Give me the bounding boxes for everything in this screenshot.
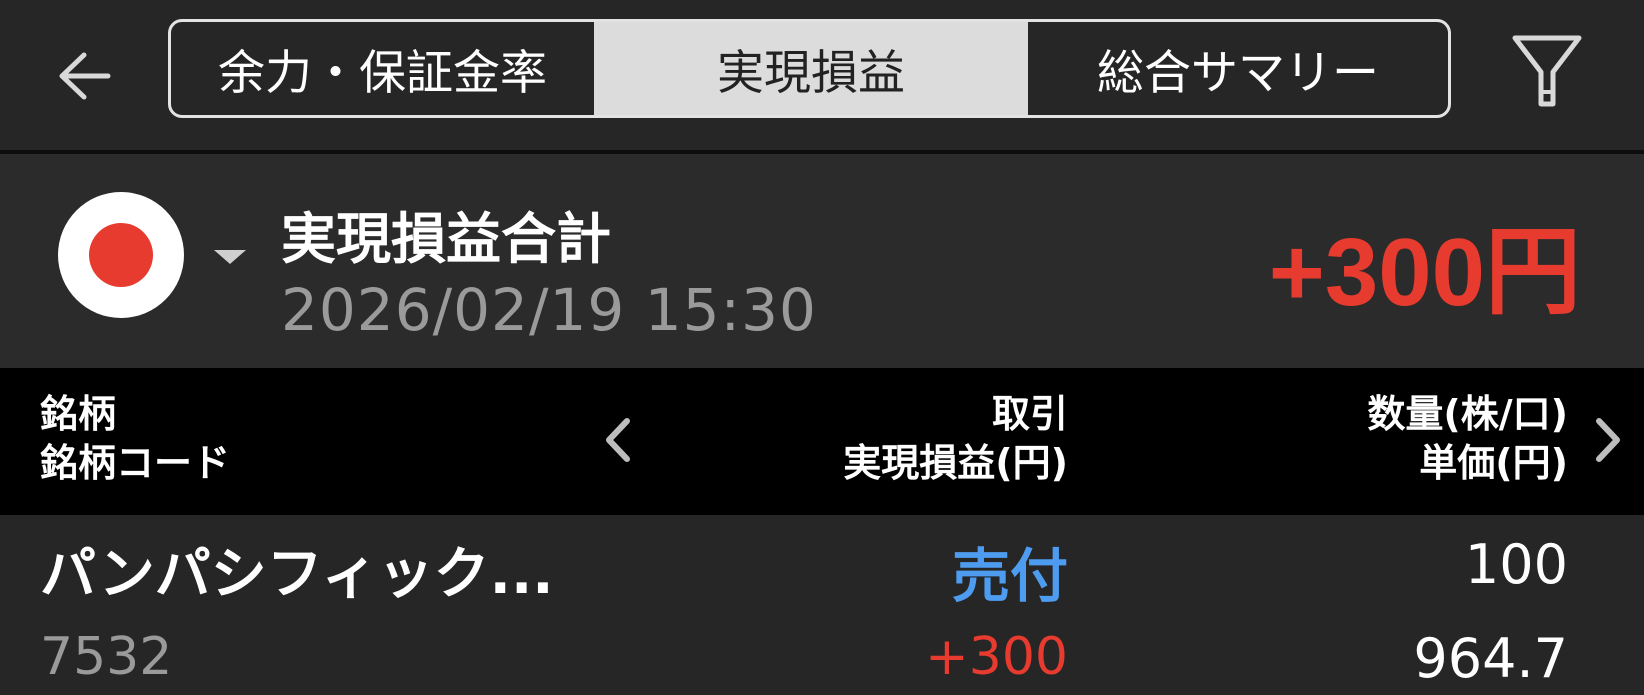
- column-header-trade: 取引 実現損益(円): [843, 390, 1068, 488]
- arrow-left-icon: [59, 52, 111, 100]
- next-columns-button[interactable]: [1586, 408, 1630, 472]
- column-header-stock: 銘柄 銘柄コード: [40, 390, 230, 488]
- tab-margin-ratio[interactable]: 余力・保証金率: [171, 22, 594, 115]
- back-button[interactable]: [48, 40, 120, 112]
- previous-columns-button[interactable]: [596, 408, 640, 472]
- market-selector[interactable]: [58, 192, 258, 322]
- tab-realized-pl[interactable]: 実現損益: [594, 22, 1028, 115]
- trade-type: 売付: [951, 542, 1068, 610]
- realized-pl-value: +300: [925, 627, 1068, 687]
- header-stock-code: 銘柄コード: [40, 441, 231, 485]
- chevron-right-icon: [1596, 418, 1620, 462]
- column-header-quantity: 数量(株/口) 単価(円): [1367, 390, 1568, 488]
- tab-total-summary[interactable]: 総合サマリー: [1028, 22, 1448, 115]
- header-unit-price: 単価(円): [1419, 441, 1568, 485]
- filter-button[interactable]: [1505, 30, 1589, 114]
- stock-code: 7532: [40, 627, 173, 687]
- header-trade: 取引: [991, 392, 1068, 436]
- unit-price-value: 964.7: [1413, 627, 1568, 690]
- quantity-value: 100: [1464, 533, 1568, 596]
- chevron-left-icon: [606, 418, 630, 462]
- japan-flag-icon: [58, 192, 184, 318]
- header-realized-pl: 実現損益(円): [843, 441, 1068, 485]
- summary-total-amount: +300円: [1268, 219, 1581, 326]
- summary-title: 実現損益合計: [281, 207, 612, 271]
- top-bar: 余力・保証金率 実現損益 総合サマリー: [0, 0, 1644, 150]
- stock-name: パンパシフィック...: [40, 542, 554, 607]
- flag-sun: [89, 223, 153, 287]
- summary-datetime: 2026/02/19 15:30: [281, 276, 817, 344]
- realized-pl-summary: 実現損益合計 2026/02/19 15:30 +300円: [0, 154, 1644, 368]
- filter-icon: [1512, 35, 1582, 107]
- header-quantity: 数量(株/口): [1367, 392, 1568, 436]
- table-row[interactable]: パンパシフィック... 7532 売付 +300 100 964.7: [0, 515, 1644, 695]
- caret-down-icon: [214, 250, 246, 264]
- header-stock-name: 銘柄: [40, 392, 117, 436]
- table-header: 銘柄 銘柄コード 取引 実現損益(円) 数量(株/口) 単価(円): [0, 368, 1644, 515]
- segmented-tabs: 余力・保証金率 実現損益 総合サマリー: [168, 19, 1451, 118]
